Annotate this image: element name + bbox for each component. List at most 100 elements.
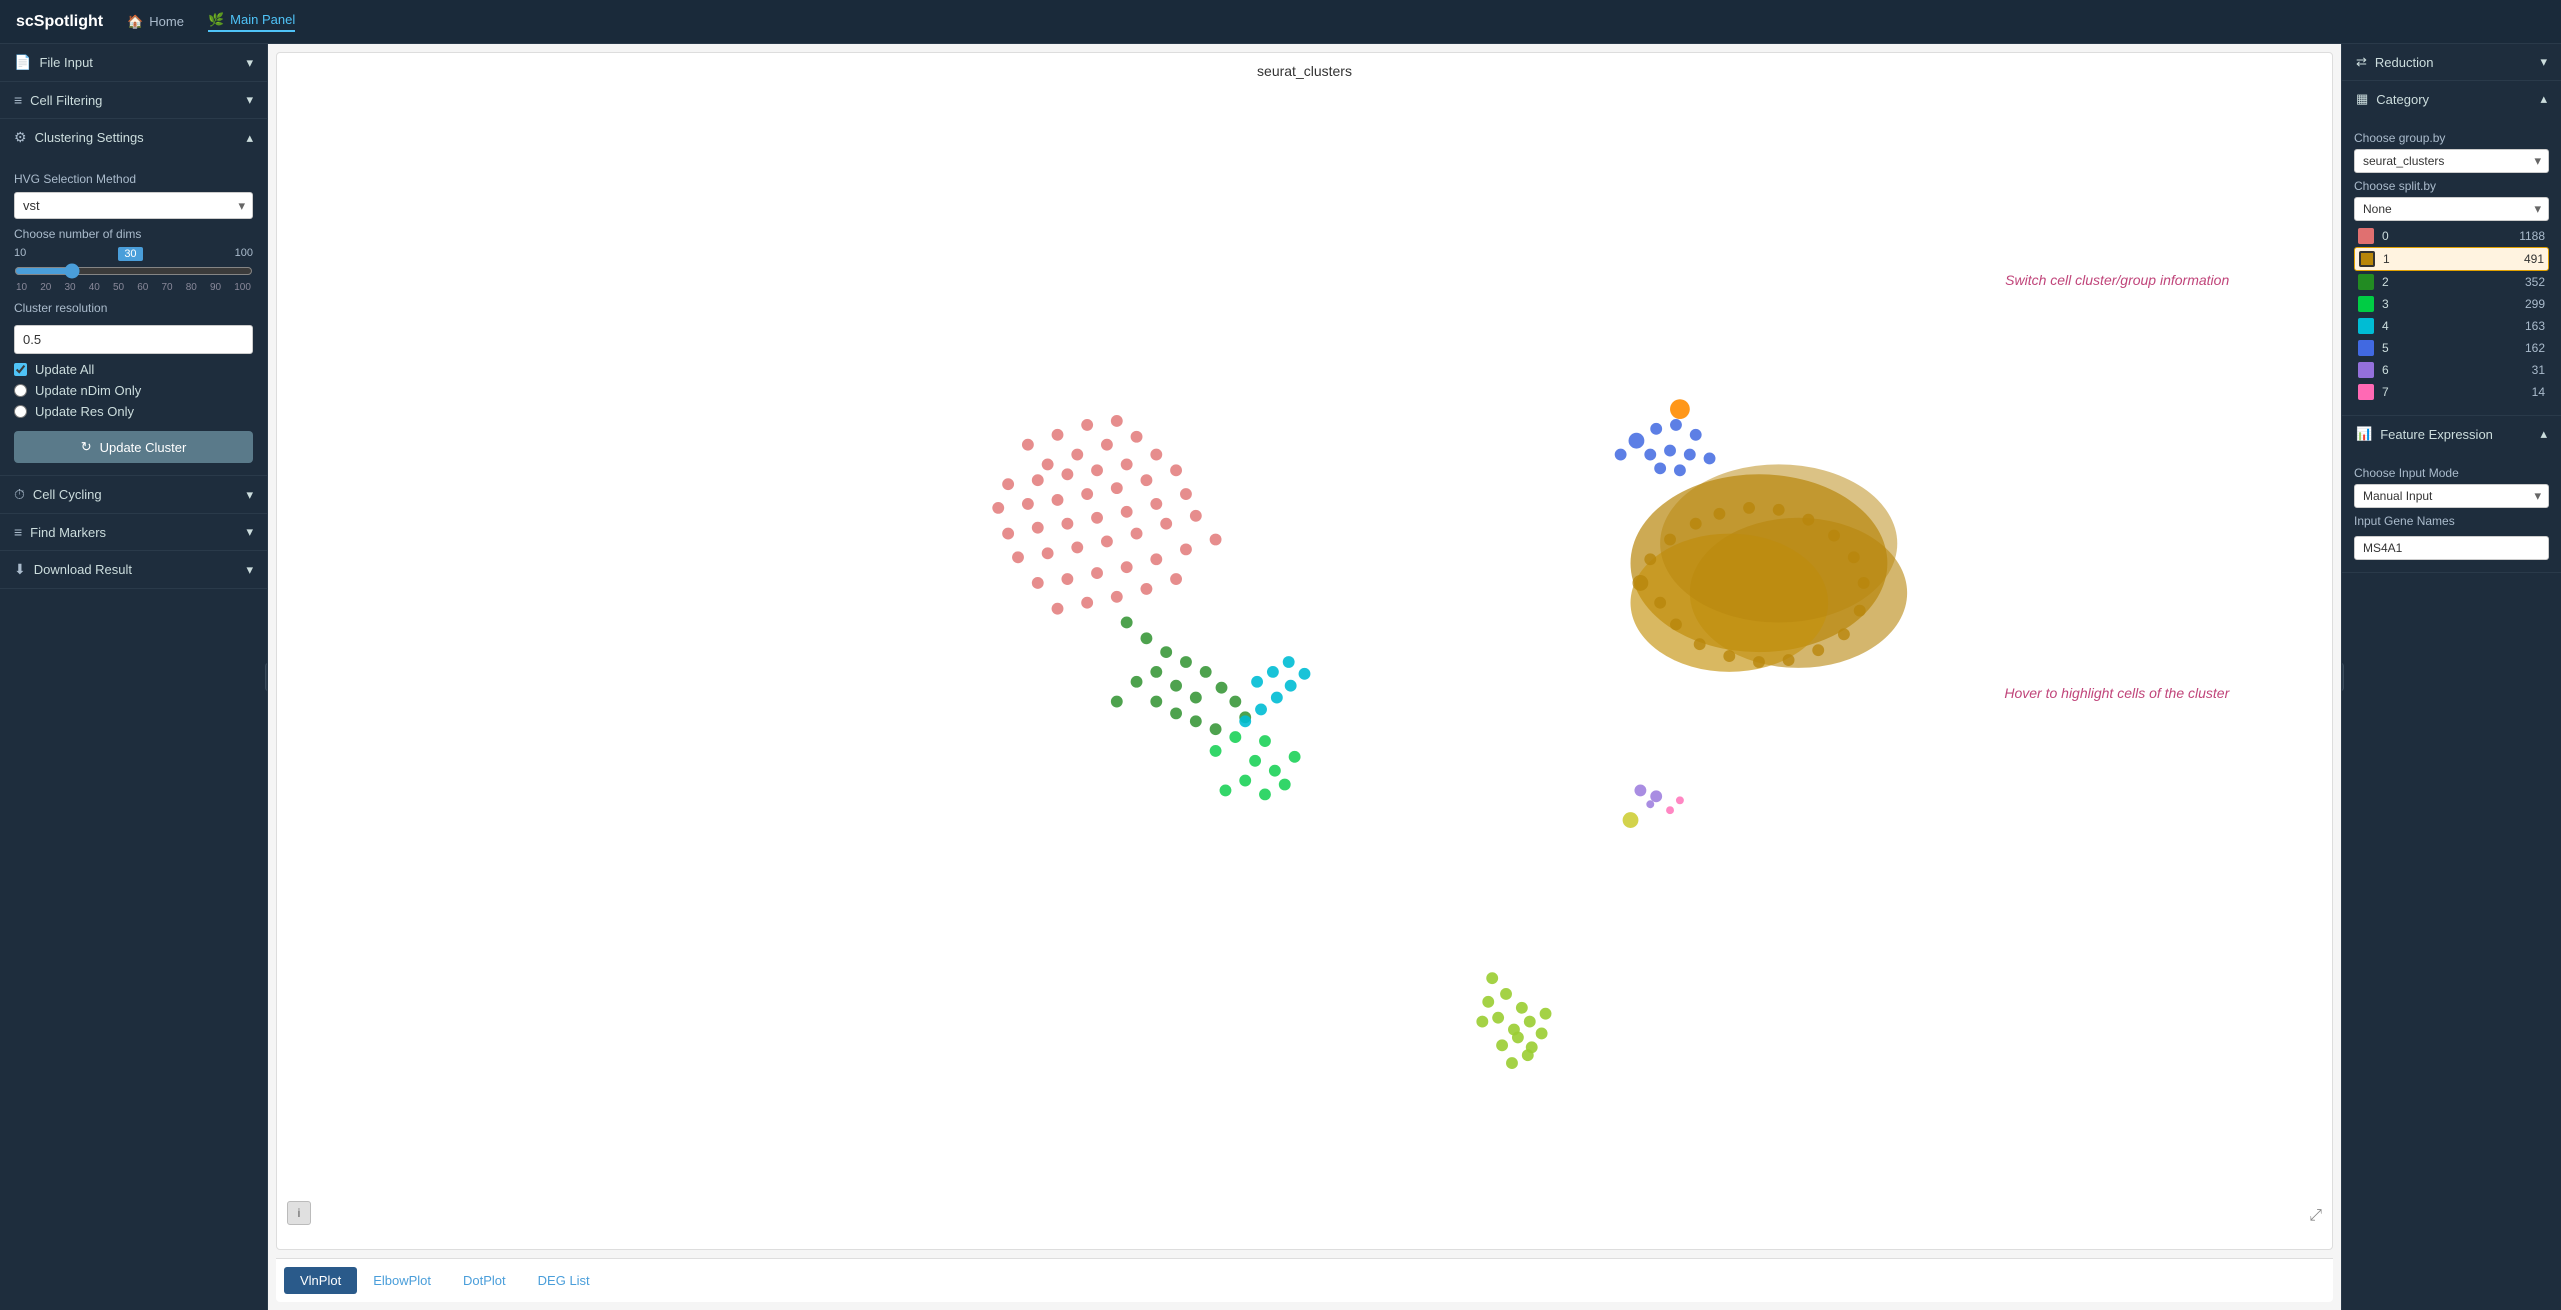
resolution-label: Cluster resolution [14,301,253,315]
left-sidebar-collapse-button[interactable]: ◀ [265,663,268,691]
download-icon: ⬇ [14,561,26,578]
plot-area: seurat_clusters Switch cell cluster/grou… [276,52,2333,1250]
cell-cycling-chevron [246,487,253,503]
dims-slider-container: 10 30 100 102030405060708090100 [14,247,253,293]
cluster-2-color [2358,274,2374,290]
right-sidebar-collapse-button[interactable]: ▶ [2341,663,2344,691]
update-ndim-radio[interactable] [14,384,27,397]
cluster-2-name: 2 [2382,275,2525,289]
dims-current-value: 30 [118,247,142,261]
update-cluster-button[interactable]: ↻ Update Cluster [14,431,253,463]
leaf-icon: 🌿 [208,12,224,28]
annotation-switch: Switch cell cluster/group information [2005,272,2229,288]
nav-home[interactable]: 🏠 Home [127,14,184,30]
category-section: ▦ Category Choose group.by seurat_cluste… [2342,81,2561,416]
refresh-icon: ↻ [81,439,92,455]
find-markers-header[interactable]: ≡ Find Markers [0,514,267,550]
reduction-icon: ⇄ [2356,54,2367,70]
plot-title: seurat_clusters [277,53,2332,89]
category-header[interactable]: ▦ Category [2342,81,2561,117]
tab-vlnplot[interactable]: VlnPlot [284,1267,357,1294]
gene-names-input[interactable] [2354,536,2549,560]
dims-slider[interactable] [14,263,253,279]
cluster-6-count: 31 [2532,363,2545,377]
tab-dotplot[interactable]: DotPlot [447,1267,522,1294]
category-chevron [2540,91,2547,107]
update-res-radio[interactable] [14,405,27,418]
cell-cycling-header[interactable]: ⏱ Cell Cycling [0,476,267,513]
cluster-6 [1634,785,1662,809]
cluster-3-count: 299 [2525,297,2545,311]
cluster-bottom [1476,972,1551,1069]
split-by-select[interactable]: None orig.ident Phase [2354,197,2549,221]
cluster-5-count: 162 [2525,341,2545,355]
cluster-4-count: 163 [2525,319,2545,333]
update-options-group: Update All Update nDim Only Update Res O… [14,362,253,419]
update-all-checkbox[interactable] [14,363,27,376]
tab-elbowplot[interactable]: ElbowPlot [357,1267,447,1294]
feature-expression-header[interactable]: 📊 Feature Expression [2342,416,2561,452]
file-icon: 📄 [14,54,31,71]
download-result-header[interactable]: ⬇ Download Result [0,551,267,588]
file-input-header[interactable]: 📄 File Input [0,44,267,81]
resolution-input[interactable] [14,325,253,354]
input-mode-select-wrapper: Manual Input Select from list ▾ [2354,484,2549,508]
cluster-0 [992,415,1221,615]
cluster-7 [1666,796,1684,814]
category-icon: ▦ [2356,91,2368,107]
reduction-header[interactable]: ⇄ Reduction [2342,44,2561,80]
umap-svg [277,89,2332,1235]
cluster-4-name: 4 [2382,319,2525,333]
hvg-select[interactable]: vst dispersion mean.var.plot [14,192,253,219]
cluster-6-name: 6 [2382,363,2532,377]
cluster-1 [1631,464,1908,671]
update-ndim-option[interactable]: Update nDim Only [14,383,253,398]
cluster-1-name: 1 [2383,252,2524,266]
app-brand: scSpotlight [16,13,103,31]
hvg-select-wrapper: vst dispersion mean.var.plot ▾ [14,192,253,219]
input-mode-label: Choose Input Mode [2354,466,2549,480]
umap-container[interactable]: Switch cell cluster/group information Ho… [277,89,2332,1235]
cluster-row-6[interactable]: 6 31 [2354,359,2549,381]
cluster-row-2[interactable]: 2 352 [2354,271,2549,293]
feature-expression-content: Choose Input Mode Manual Input Select fr… [2342,452,2561,572]
filter-icon: ≡ [14,92,22,108]
cell-filtering-chevron [246,92,253,108]
info-button[interactable]: i [287,1201,311,1225]
update-all-option[interactable]: Update All [14,362,253,377]
cell-cycling-section: ⏱ Cell Cycling [0,476,267,514]
cluster-row-3[interactable]: 3 299 [2354,293,2549,315]
top-navigation: scSpotlight 🏠 Home 🌿 Main Panel [0,0,2561,44]
split-by-select-wrapper: None orig.ident Phase ▾ [2354,197,2549,221]
clustering-settings-header[interactable]: ⚙ Clustering Settings [0,119,267,156]
cluster-row-5[interactable]: 5 162 [2354,337,2549,359]
cluster-5-color [2358,340,2374,356]
annotation-hover: Hover to highlight cells of the cluster [2004,685,2229,701]
group-by-select[interactable]: seurat_clusters orig.ident Phase [2354,149,2549,173]
cluster-row-0[interactable]: 0 1188 [2354,225,2549,247]
plot-tabs: VlnPlot ElbowPlot DotPlot DEG List [276,1258,2333,1302]
tab-deglist[interactable]: DEG List [522,1267,606,1294]
clustering-settings-section: ⚙ Clustering Settings HVG Selection Meth… [0,119,267,476]
dims-slider-labels: 10 30 100 [14,247,253,261]
category-content: Choose group.by seurat_clusters orig.ide… [2342,117,2561,415]
update-res-option[interactable]: Update Res Only [14,404,253,419]
dims-label: Choose number of dims [14,227,253,241]
cluster-row-1[interactable]: 1 491 [2354,247,2549,271]
cluster-row-7[interactable]: 7 14 [2354,381,2549,403]
cell-filtering-header[interactable]: ≡ Cell Filtering [0,82,267,118]
nav-main-panel[interactable]: 🌿 Main Panel [208,12,295,32]
find-markers-section: ≡ Find Markers [0,514,267,551]
cluster-0-count: 1188 [2519,229,2545,243]
input-mode-select[interactable]: Manual Input Select from list [2354,484,2549,508]
cell-filtering-section: ≡ Cell Filtering [0,82,267,119]
cluster-1-color [2359,251,2375,267]
expand-plot-button[interactable]: ⤢ [2309,1207,2322,1225]
feature-expression-section: 📊 Feature Expression Choose Input Mode M… [2342,416,2561,573]
cluster-7-name: 7 [2382,385,2532,399]
file-input-chevron [246,55,253,71]
reduction-chevron [2540,54,2547,70]
cluster-7-color [2358,384,2374,400]
group-by-select-wrapper: seurat_clusters orig.ident Phase ▾ [2354,149,2549,173]
cluster-row-4[interactable]: 4 163 [2354,315,2549,337]
